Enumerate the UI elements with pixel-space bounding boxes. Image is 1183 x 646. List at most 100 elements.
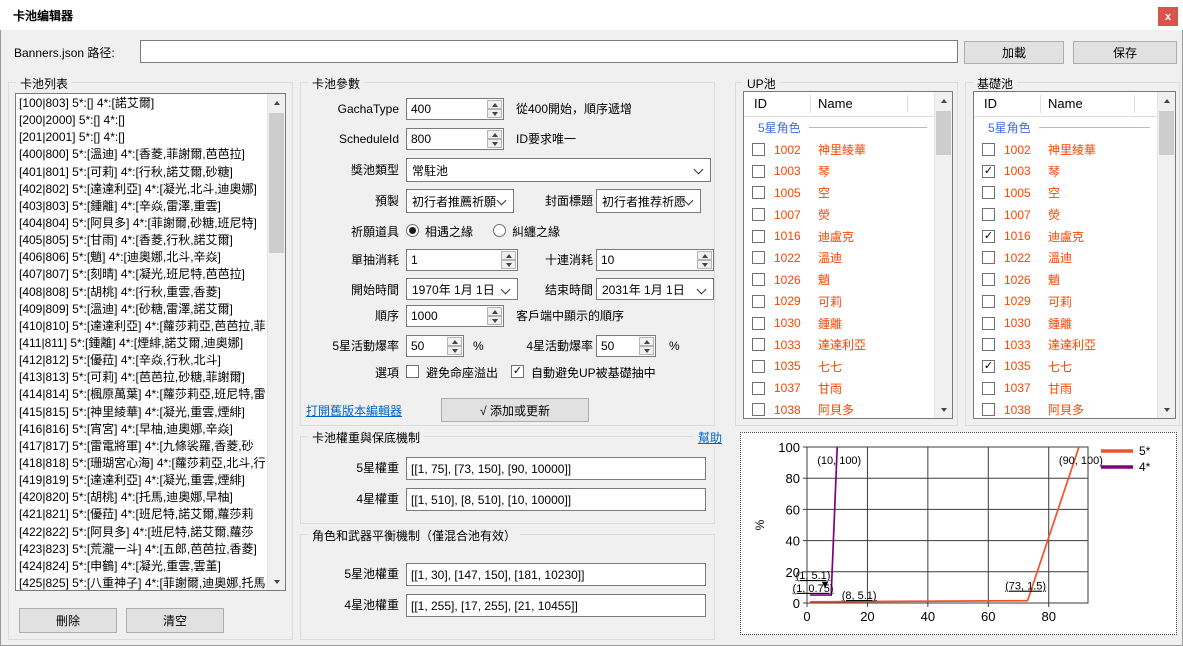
spinner-up-icon[interactable] (697, 251, 712, 260)
row-checkbox[interactable] (982, 143, 995, 156)
start-time-picker[interactable]: 1970年 1月 1日 (406, 278, 518, 300)
up-pool-scrollbar[interactable] (934, 92, 952, 418)
row-checkbox[interactable] (752, 382, 765, 395)
pool-list-item[interactable]: [401|801] 5*:[可莉] 4*:[行秋,諾艾爾,砂糖] (16, 164, 268, 181)
row-checkbox[interactable] (982, 186, 995, 199)
scroll-thumb[interactable] (936, 111, 951, 155)
save-button[interactable]: 保存 (1073, 41, 1177, 64)
row-checkbox[interactable] (752, 143, 765, 156)
add-update-button[interactable]: √ 添加或更新 (441, 398, 589, 422)
spinner-up-icon[interactable] (487, 130, 502, 139)
row-checkbox[interactable] (982, 317, 995, 330)
rate5-input[interactable]: 50 (406, 335, 464, 357)
spinner-up-icon[interactable] (487, 307, 502, 316)
pool-list-item[interactable]: [419|819] 5*:[達達利亞] 4*:[凝光,重雲,煙緋] (16, 472, 268, 489)
pool-list-item[interactable]: [420|820] 5*:[胡桃] 4*:[托馬,迪奧娜,早柚] (16, 489, 268, 506)
pool-list-item[interactable]: [200|2000] 5*:[] 4*:[] (16, 112, 268, 129)
row-checkbox[interactable] (982, 382, 995, 395)
single-cost-input[interactable]: 1 (406, 249, 518, 271)
row-checkbox[interactable] (982, 403, 995, 416)
scroll-up-icon[interactable] (268, 94, 285, 111)
row-checkbox[interactable] (752, 295, 765, 308)
pool-list-item[interactable]: [412|812] 5*:[優菈] 4*:[辛焱,行秋,北斗] (16, 352, 268, 369)
help-link[interactable]: 幫助 (694, 430, 726, 446)
pool-list-item[interactable]: [406|806] 5*:[魈] 4*:[迪奧娜,北斗,辛焱] (16, 249, 268, 266)
row-checkbox[interactable] (982, 273, 995, 286)
pool-list-item[interactable]: [424|824] 5*:[申鶴] 4*:[凝光,重雲,雲堇] (16, 558, 268, 575)
pool-list-item[interactable]: [415|815] 5*:[神里綾華] 4*:[凝光,重雲,煙緋] (16, 404, 268, 421)
row-checkbox[interactable] (752, 317, 765, 330)
spinner-down-icon[interactable] (487, 109, 502, 118)
pool-list-item[interactable]: [404|804] 5*:[阿貝多] 4*:[菲謝爾,砂糖,班尼特] (16, 215, 268, 232)
scheduleid-input[interactable]: 800 (406, 128, 504, 150)
scroll-thumb[interactable] (269, 113, 284, 253)
spinner[interactable] (697, 251, 712, 269)
row-checkbox[interactable] (752, 403, 765, 416)
order-input[interactable]: 1000 (406, 305, 504, 327)
row-checkbox[interactable] (752, 208, 765, 221)
spinner-down-icon[interactable] (697, 260, 712, 269)
row-checkbox[interactable] (752, 230, 765, 243)
row-checkbox[interactable] (982, 338, 995, 351)
pool-list-item[interactable]: [414|814] 5*:[楓原萬葉] 4*:[蘿莎莉亞,班尼特,雷 (16, 386, 268, 403)
close-icon[interactable]: x (1158, 7, 1178, 26)
pool-list-item[interactable]: [421|821] 5*:[優菈] 4*:[班尼特,諾艾爾,蘿莎莉 (16, 506, 268, 523)
pool-weight4-input[interactable]: [[1, 255], [17, 255], [21, 10455]] (406, 594, 706, 617)
delete-button[interactable]: 刪除 (19, 608, 117, 633)
row-checkbox[interactable] (982, 251, 995, 264)
scroll-down-icon[interactable] (268, 573, 285, 590)
gachatype-input[interactable]: 400 (406, 98, 504, 120)
pool-list-item[interactable]: [409|809] 5*:[溫迪] 4*:[砂糖,雷澤,諾艾爾] (16, 301, 268, 318)
scroll-thumb[interactable] (1159, 111, 1174, 155)
checkbox-avoid-up-in-base[interactable]: ✓ (511, 365, 524, 378)
pool-list-item[interactable]: [100|803] 5*:[] 4*:[諾艾爾] (16, 95, 268, 112)
spinner-up-icon[interactable] (447, 337, 462, 346)
spinner[interactable] (487, 130, 502, 148)
pool-list-item[interactable]: [416|816] 5*:[宵宮] 4*:[早柚,迪奧娜,辛焱] (16, 421, 268, 438)
radio-acquaint-fate[interactable] (406, 224, 419, 237)
pool-list-item[interactable]: [411|811] 5*:[鍾離] 4*:[煙緋,諾艾爾,迪奧娜] (16, 335, 268, 352)
spinner-down-icon[interactable] (447, 346, 462, 355)
pool-listbox[interactable]: [100|803] 5*:[] 4*:[諾艾爾][200|2000] 5*:[]… (15, 93, 286, 591)
row-checkbox[interactable] (752, 251, 765, 264)
open-old-editor-link[interactable]: 打開舊版本編輯器 (306, 403, 402, 419)
pool-list-item[interactable]: [402|802] 5*:[達達利亞] 4*:[凝光,北斗,迪奧娜] (16, 181, 268, 198)
scroll-up-icon[interactable] (935, 92, 952, 109)
spinner[interactable] (487, 307, 502, 325)
pool-list-scrollbar[interactable] (267, 94, 285, 590)
ten-cost-input[interactable]: 10 (596, 249, 714, 271)
radio-intertwined-fate[interactable] (493, 224, 506, 237)
spinner-down-icon[interactable] (639, 346, 654, 355)
pool-list-item[interactable]: [201|2001] 5*:[] 4*:[] (16, 129, 268, 146)
base-pool-scrollbar[interactable] (1157, 92, 1175, 418)
row-checkbox[interactable]: ✓ (982, 230, 995, 243)
row-checkbox[interactable] (752, 273, 765, 286)
cover-title-select[interactable]: 初行者推荐祈愿 (596, 189, 701, 213)
pool-list-item[interactable]: [413|813] 5*:[可莉] 4*:[芭芭拉,砂糖,菲謝爾] (16, 369, 268, 386)
row-checkbox[interactable] (752, 360, 765, 373)
pool-list-item[interactable]: [407|807] 5*:[刻晴] 4*:[凝光,班尼特,芭芭拉] (16, 266, 268, 283)
scroll-down-icon[interactable] (1158, 401, 1175, 418)
pool-list-item[interactable]: [405|805] 5*:[甘雨] 4*:[香菱,行秋,諾艾爾] (16, 232, 268, 249)
preset-select[interactable]: 初行者推薦祈願 (406, 189, 514, 213)
load-button[interactable]: 加載 (964, 41, 1064, 64)
row-checkbox[interactable] (752, 165, 765, 178)
scroll-up-icon[interactable] (1158, 92, 1175, 109)
clear-button[interactable]: 清空 (126, 608, 224, 633)
row-checkbox[interactable] (982, 295, 995, 308)
row-checkbox[interactable] (752, 186, 765, 199)
spinner[interactable] (447, 337, 462, 355)
pool-list-item[interactable]: [423|823] 5*:[荒瀧一斗] 4*:[五郎,芭芭拉,香菱] (16, 541, 268, 558)
path-input[interactable] (140, 40, 958, 63)
spinner-down-icon[interactable] (487, 139, 502, 148)
spinner-down-icon[interactable] (487, 316, 502, 325)
checkbox-avoid-constellation-overflow[interactable] (406, 365, 419, 378)
pool-list-item[interactable]: [410|810] 5*:[達達利亞] 4*:[蘿莎莉亞,芭芭拉,菲 (16, 318, 268, 335)
scroll-down-icon[interactable] (935, 401, 952, 418)
pool-list-item[interactable]: [400|800] 5*:[溫迪] 4*:[香菱,菲謝爾,芭芭拉] (16, 146, 268, 163)
row-checkbox[interactable]: ✓ (982, 360, 995, 373)
pool-type-select[interactable]: 常駐池 (406, 158, 711, 182)
spinner[interactable] (639, 337, 654, 355)
rate4-input[interactable]: 50 (596, 335, 656, 357)
end-time-picker[interactable]: 2031年 1月 1日 (596, 278, 714, 300)
